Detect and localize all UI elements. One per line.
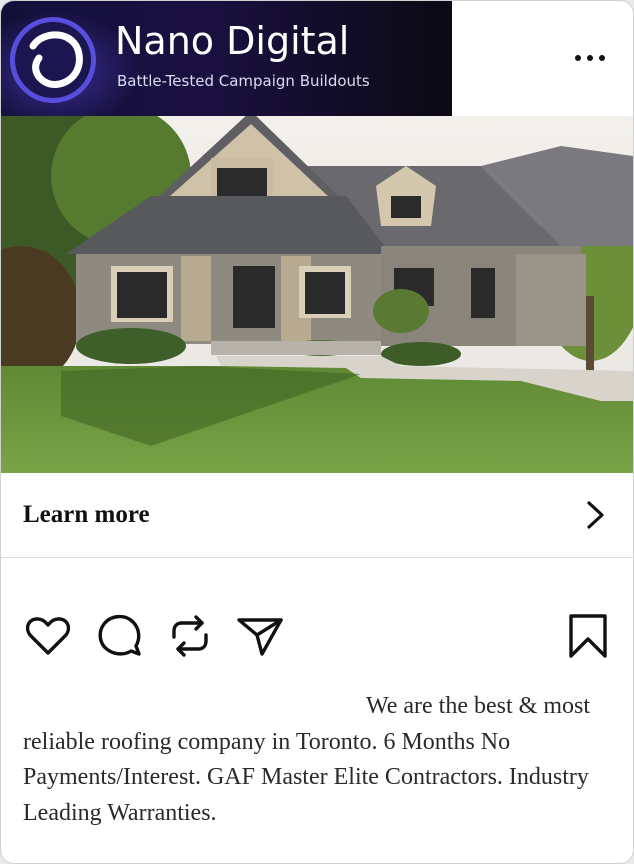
more-horizontal-icon[interactable] bbox=[569, 43, 611, 73]
caption-text: We are the best & most reliable roofing … bbox=[23, 693, 591, 826]
learn-more-button[interactable]: Learn more bbox=[1, 473, 633, 558]
post-caption: We are the best & most reliable roofing … bbox=[23, 689, 608, 831]
brand-banner[interactable]: Nano Digital Battle-Tested Campaign Buil… bbox=[1, 1, 452, 116]
send-icon[interactable] bbox=[235, 611, 285, 661]
post-image[interactable] bbox=[1, 116, 633, 473]
heart-icon[interactable] bbox=[23, 611, 73, 661]
chevron-right-icon bbox=[587, 501, 604, 529]
brand-tagline: Battle-Tested Campaign Buildouts bbox=[117, 72, 370, 90]
brand-name: Nano Digital bbox=[115, 19, 350, 63]
post-actions bbox=[1, 601, 633, 671]
comment-icon[interactable] bbox=[95, 611, 145, 661]
ad-post-card: Nano Digital Battle-Tested Campaign Buil… bbox=[0, 0, 634, 864]
repost-icon[interactable] bbox=[165, 611, 215, 661]
brand-logo-icon bbox=[10, 17, 96, 103]
bookmark-icon[interactable] bbox=[563, 611, 613, 661]
learn-more-label: Learn more bbox=[23, 501, 150, 528]
post-header: Nano Digital Battle-Tested Campaign Buil… bbox=[1, 1, 633, 116]
